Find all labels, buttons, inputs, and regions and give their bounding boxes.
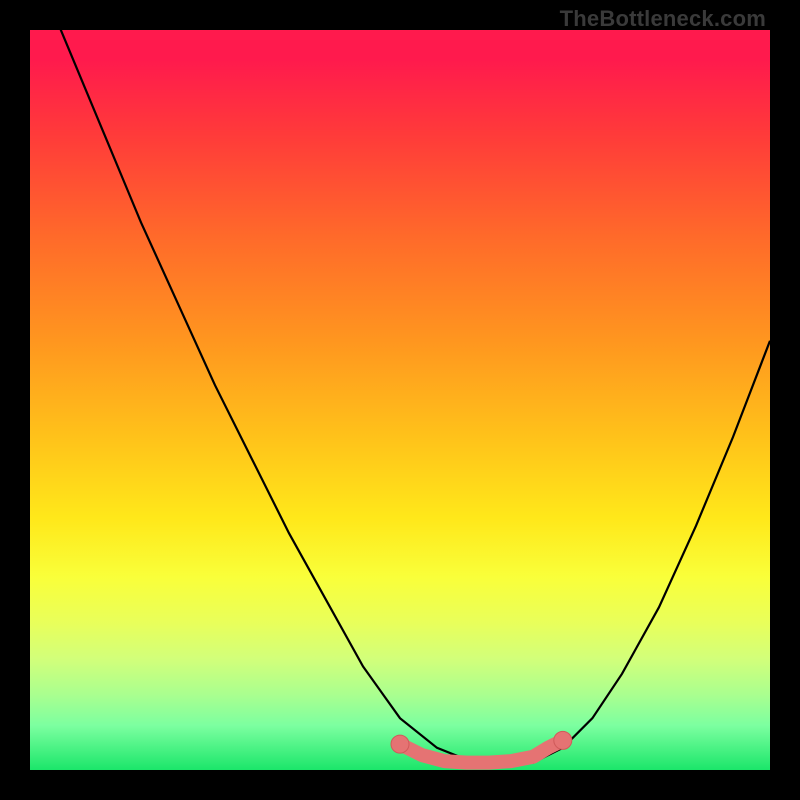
flat-region-endpoint [391,735,409,753]
flat-region-stroke [400,740,563,762]
bottleneck-curve [30,30,770,763]
plot-area [30,30,770,770]
flat-region-endpoint [554,731,572,749]
chart-frame: TheBottleneck.com [0,0,800,800]
curve-layer [30,30,770,770]
watermark-text: TheBottleneck.com [560,6,766,32]
flat-region-markers [391,731,572,762]
